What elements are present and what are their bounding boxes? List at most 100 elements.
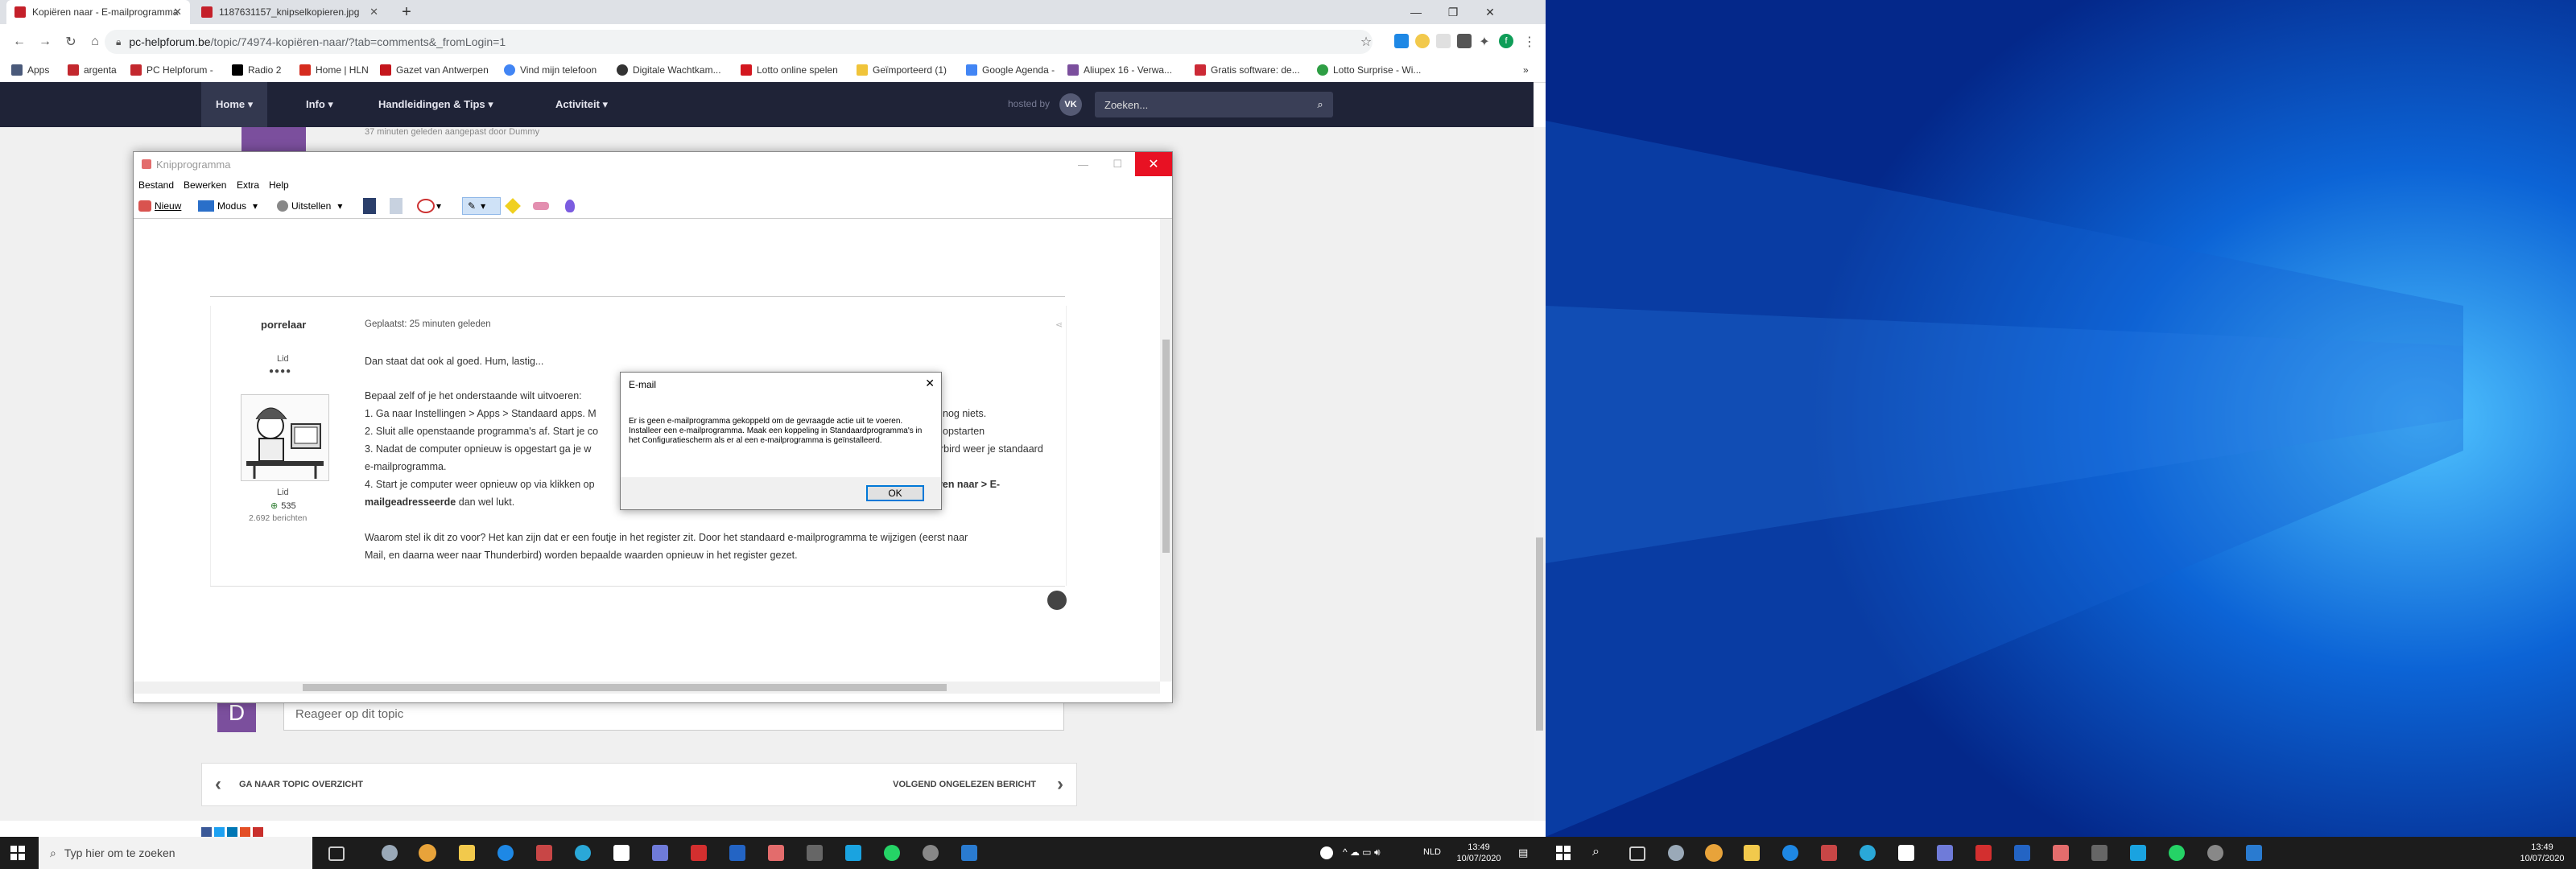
forum-search-input[interactable]: Zoeken... ⌕ bbox=[1095, 92, 1333, 117]
tab-active[interactable]: Kopiëren naar - E-mailprogramma ✕ bbox=[6, 0, 190, 24]
nav-info[interactable]: Info ▾ bbox=[306, 82, 333, 127]
app-icon[interactable] bbox=[1821, 845, 1837, 861]
pen-tool-button[interactable]: ✎ ▾ bbox=[462, 197, 501, 215]
app-icon[interactable] bbox=[2246, 845, 2262, 861]
chrome-icon[interactable] bbox=[419, 844, 436, 862]
bookmark-item[interactable]: Apps bbox=[11, 64, 49, 76]
prev-topic-link[interactable]: GA NAAR TOPIC OVERZICHT bbox=[239, 780, 363, 789]
search-icon[interactable]: ⌕ bbox=[1307, 98, 1333, 111]
next-topic-link[interactable]: VOLGEND ONGELEZEN BERICHT bbox=[893, 780, 1036, 789]
outlook-icon[interactable] bbox=[729, 845, 745, 861]
snipping-tool-icon[interactable] bbox=[768, 845, 784, 861]
chrome-icon[interactable] bbox=[1705, 844, 1723, 862]
bookmark-item[interactable]: Radio 2 bbox=[232, 64, 281, 76]
avatar[interactable] bbox=[241, 394, 329, 481]
close-window-icon[interactable]: ✕ bbox=[1135, 152, 1172, 176]
send-snip-icon[interactable] bbox=[417, 198, 435, 214]
outlook-icon[interactable] bbox=[2014, 845, 2030, 861]
notepad-icon[interactable] bbox=[1898, 845, 1914, 861]
app-icon[interactable] bbox=[652, 845, 668, 861]
acrobat-icon[interactable] bbox=[691, 845, 707, 861]
ok-button[interactable]: OK bbox=[866, 485, 924, 501]
tab-image[interactable]: 1187631157_knipselkopieren.jpg ✕ bbox=[193, 0, 386, 24]
reddit-icon[interactable] bbox=[240, 827, 250, 837]
new-snip-button[interactable]: Nieuw bbox=[138, 198, 181, 214]
acrobat-icon[interactable] bbox=[1975, 845, 1992, 861]
chevron-right-icon[interactable]: › bbox=[1057, 773, 1063, 796]
extension-icon[interactable] bbox=[1415, 34, 1430, 48]
mode-button[interactable]: Modus ▾ bbox=[198, 198, 258, 214]
snipping-tool-icon[interactable] bbox=[2053, 845, 2069, 861]
save-icon[interactable] bbox=[363, 198, 376, 214]
linkedin-icon[interactable] bbox=[227, 827, 237, 837]
task-view-icon[interactable] bbox=[328, 846, 345, 861]
chevron-left-icon[interactable]: ‹ bbox=[215, 773, 221, 796]
delay-button[interactable]: Uitstellen ▾ bbox=[277, 198, 342, 214]
edge-icon[interactable] bbox=[1782, 845, 1798, 861]
nav-activity[interactable]: Activiteit ▾ bbox=[555, 82, 608, 127]
app-icon[interactable] bbox=[807, 845, 823, 861]
close-window-icon[interactable]: ✕ bbox=[1472, 0, 1509, 24]
snip-horizontal-scrollbar[interactable] bbox=[134, 682, 1160, 694]
close-icon[interactable]: ✕ bbox=[925, 377, 935, 390]
scrollbar-thumb[interactable] bbox=[1536, 537, 1543, 731]
address-bar[interactable]: 🔒︎ pc-helpforum.be/topic/74974-kopiëren-… bbox=[105, 30, 1373, 54]
notifications-icon[interactable]: ▤ bbox=[1518, 846, 1528, 859]
close-tab-icon[interactable]: ✕ bbox=[369, 6, 378, 19]
forward-arrow-icon[interactable]: → bbox=[35, 32, 55, 51]
twitter-icon[interactable] bbox=[214, 827, 225, 837]
bookmark-item[interactable]: Gazet van Antwerpen bbox=[380, 64, 489, 76]
menu-kebab-icon[interactable]: ⋮ bbox=[1520, 32, 1539, 51]
snip-vertical-scrollbar[interactable] bbox=[1160, 219, 1172, 682]
menu-extra[interactable]: Extra bbox=[237, 179, 259, 191]
scrollbar-thumb[interactable] bbox=[303, 684, 947, 691]
app-icon[interactable] bbox=[1668, 845, 1684, 861]
app-icon[interactable] bbox=[1860, 845, 1876, 861]
app-icon[interactable] bbox=[1937, 845, 1953, 861]
copy-icon[interactable] bbox=[390, 198, 402, 214]
bookmark-item[interactable]: argenta bbox=[68, 64, 117, 76]
file-explorer-icon[interactable] bbox=[459, 845, 475, 861]
bookmark-item[interactable]: Aliupex 16 - Verwa... bbox=[1067, 64, 1172, 76]
pinterest-icon[interactable] bbox=[253, 827, 263, 837]
app-icon[interactable] bbox=[2207, 845, 2223, 861]
extension-icon[interactable] bbox=[1436, 34, 1451, 48]
minimize-icon[interactable]: — bbox=[1078, 159, 1088, 171]
bookmark-item[interactable]: Geïmporteerd (1) bbox=[857, 64, 947, 76]
bookmark-item[interactable]: Lotto online spelen bbox=[741, 64, 838, 76]
menu-bestand[interactable]: Bestand bbox=[138, 179, 174, 191]
file-explorer-icon[interactable] bbox=[1744, 845, 1760, 861]
skype-icon[interactable] bbox=[845, 845, 861, 861]
post-author[interactable]: porrelaar bbox=[261, 319, 306, 331]
bookmark-item[interactable]: Lotto Surprise - Wi... bbox=[1317, 64, 1421, 76]
minimize-icon[interactable]: — bbox=[1397, 0, 1435, 24]
chevron-down-icon[interactable]: ▾ bbox=[436, 198, 441, 214]
share-icon[interactable]: ⋖ bbox=[1055, 319, 1063, 330]
scrollbar-thumb[interactable] bbox=[1162, 340, 1170, 553]
page-scrollbar[interactable] bbox=[1534, 127, 1546, 821]
app-icon[interactable] bbox=[382, 845, 398, 861]
notepad-icon[interactable] bbox=[613, 845, 630, 861]
windows-start-icon[interactable] bbox=[10, 845, 26, 861]
extension-icon[interactable] bbox=[1394, 34, 1409, 48]
maximize-icon[interactable]: ☐ bbox=[1113, 158, 1122, 171]
task-view-icon[interactable] bbox=[1629, 846, 1645, 861]
back-arrow-icon[interactable]: ← bbox=[10, 32, 29, 51]
reload-icon[interactable]: ↻ bbox=[61, 32, 80, 51]
bookmark-item[interactable]: Google Agenda - bbox=[966, 64, 1055, 76]
windows-start-icon[interactable] bbox=[1555, 845, 1571, 861]
facebook-icon[interactable] bbox=[201, 827, 212, 837]
search-icon[interactable]: ⌕ bbox=[1592, 845, 1600, 859]
tray-icons[interactable]: ^ ☁ ▭ 🔊︎ bbox=[1343, 846, 1381, 859]
nav-home[interactable]: Home ▾ bbox=[201, 82, 268, 127]
highlighter-icon[interactable] bbox=[505, 198, 522, 214]
eraser-icon[interactable] bbox=[533, 198, 551, 214]
clock[interactable]: 13:49 10/07/2020 bbox=[2512, 842, 2573, 864]
app-icon[interactable] bbox=[575, 845, 591, 861]
home-icon[interactable]: ⌂ bbox=[85, 32, 105, 51]
close-tab-icon[interactable]: ✕ bbox=[173, 6, 182, 19]
menu-help[interactable]: Help bbox=[269, 179, 289, 191]
bookmark-item[interactable]: Home | HLN bbox=[299, 64, 369, 76]
scroll-top-icon[interactable] bbox=[1047, 591, 1067, 610]
new-tab-button[interactable]: + bbox=[394, 0, 419, 24]
